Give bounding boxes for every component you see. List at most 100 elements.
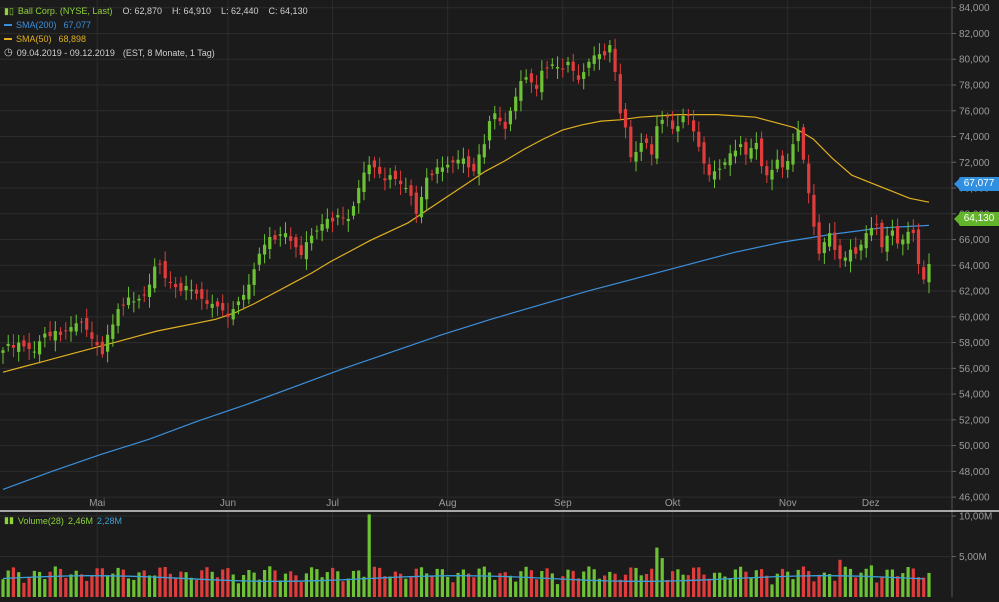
candle-body bbox=[880, 222, 884, 248]
volume-bar bbox=[53, 566, 57, 597]
candle-body bbox=[142, 294, 146, 296]
volume-bar bbox=[854, 577, 858, 597]
candle-body bbox=[801, 127, 805, 160]
volume-bar bbox=[17, 572, 21, 597]
volume-bar bbox=[310, 567, 314, 597]
candle-body bbox=[634, 152, 638, 162]
volume-bar bbox=[121, 569, 125, 597]
x-tick-label: Jul bbox=[326, 498, 339, 509]
volume-bar bbox=[739, 566, 743, 597]
volume-bar bbox=[1, 579, 5, 597]
volume-bar bbox=[634, 567, 638, 597]
volume-bar bbox=[697, 567, 701, 597]
candle-body bbox=[289, 236, 293, 241]
candle-body bbox=[252, 269, 256, 285]
candle-body bbox=[712, 171, 717, 180]
volume-bar bbox=[372, 566, 376, 597]
candle-body bbox=[331, 217, 335, 222]
volume-bar bbox=[194, 579, 199, 597]
volume-bar bbox=[618, 579, 622, 597]
y-tick-label: 66,000 bbox=[959, 235, 990, 246]
candle-body bbox=[189, 289, 193, 291]
volume-bar bbox=[791, 579, 795, 597]
volume-bar bbox=[446, 577, 450, 597]
volume-bar bbox=[650, 568, 654, 597]
volume-bar bbox=[111, 573, 115, 597]
candle-body bbox=[121, 304, 125, 306]
candle-body bbox=[780, 155, 785, 168]
candle-body bbox=[351, 206, 356, 216]
candle-body bbox=[754, 143, 758, 150]
volume-bar bbox=[728, 578, 732, 597]
y-tick-label: 60,000 bbox=[959, 312, 990, 323]
volume-bar bbox=[430, 575, 434, 597]
candle-body bbox=[587, 61, 591, 68]
candle-body bbox=[665, 116, 669, 118]
candle-body bbox=[378, 166, 382, 174]
volume-bar bbox=[294, 575, 298, 597]
volume-bar bbox=[571, 570, 575, 597]
candle-body bbox=[566, 61, 570, 66]
sma200-swatch bbox=[4, 24, 12, 26]
volume-bar bbox=[440, 569, 444, 597]
volume-bar bbox=[263, 570, 267, 597]
volume-bar bbox=[848, 568, 853, 597]
candle-body bbox=[864, 233, 868, 249]
candle-body bbox=[461, 158, 465, 164]
candle-body bbox=[163, 261, 167, 279]
range-info: (EST, 8 Monate, 1 Tag) bbox=[122, 48, 215, 58]
y-tick-label: 76,000 bbox=[959, 106, 990, 117]
candle-body bbox=[786, 161, 790, 170]
candle-body bbox=[618, 74, 622, 114]
volume-bar bbox=[85, 580, 89, 597]
candle-body bbox=[854, 247, 858, 254]
chart-canvas[interactable]: 46,000 48,000 50,000 52,000 54,000 56,000 58,0… bbox=[0, 0, 999, 597]
volume-bar bbox=[629, 567, 633, 597]
legend-sma50-row[interactable]: SMA(50) 68,898 bbox=[4, 32, 308, 46]
candle-body bbox=[336, 215, 340, 218]
candle-body bbox=[48, 331, 52, 337]
volume-bar bbox=[90, 575, 94, 597]
sma200-value: 67,077 bbox=[63, 20, 92, 30]
candle-body bbox=[179, 282, 183, 291]
candle-body bbox=[74, 323, 78, 332]
volume-tick-label: 5,00M bbox=[959, 552, 987, 563]
x-tick-label: Mai bbox=[89, 498, 105, 509]
candle-body bbox=[911, 229, 915, 234]
volume-bar bbox=[236, 583, 240, 597]
legend-sma200-row[interactable]: SMA(200) 67,077 bbox=[4, 18, 308, 32]
sma200-price-tag: 67,077 bbox=[954, 177, 999, 191]
volume-bar bbox=[383, 576, 387, 597]
volume-bar bbox=[770, 584, 774, 597]
candle-body bbox=[58, 331, 63, 335]
y-tick-label: 74,000 bbox=[959, 132, 990, 143]
candle-body bbox=[200, 289, 204, 299]
candle-body bbox=[498, 117, 502, 122]
volume-bar bbox=[11, 567, 15, 597]
candlestick-icon: ▮▯ bbox=[4, 6, 14, 16]
candle-body bbox=[744, 142, 748, 155]
ohlc-close: C: 64,130 bbox=[268, 6, 308, 16]
volume-bar bbox=[158, 567, 162, 597]
stock-chart[interactable]: 46,000 48,000 50,000 52,000 54,000 56,000 58,0… bbox=[0, 0, 999, 597]
volume-bar bbox=[22, 582, 26, 597]
volume-bar bbox=[226, 568, 230, 597]
candle-body bbox=[263, 244, 267, 255]
volume-bar bbox=[367, 514, 371, 597]
date-range: 09.04.2019 - 09.12.2019 bbox=[16, 48, 115, 58]
legend-range-row[interactable]: ◷ 09.04.2019 - 09.12.2019 (EST, 8 Monate… bbox=[4, 46, 308, 60]
volume-bar bbox=[514, 581, 518, 597]
volume-bar bbox=[221, 569, 225, 597]
candle-body bbox=[168, 282, 172, 283]
candle-body bbox=[576, 75, 581, 80]
volume-bar bbox=[681, 574, 685, 597]
candle-body bbox=[697, 131, 701, 147]
candle-body bbox=[807, 163, 811, 194]
volume-bar bbox=[357, 570, 361, 597]
candle-body bbox=[796, 130, 800, 142]
volume-bar bbox=[707, 578, 711, 597]
volume-bar bbox=[880, 577, 884, 597]
candle-body bbox=[247, 284, 251, 300]
volume-bar bbox=[623, 574, 628, 597]
candle-body bbox=[446, 164, 450, 168]
